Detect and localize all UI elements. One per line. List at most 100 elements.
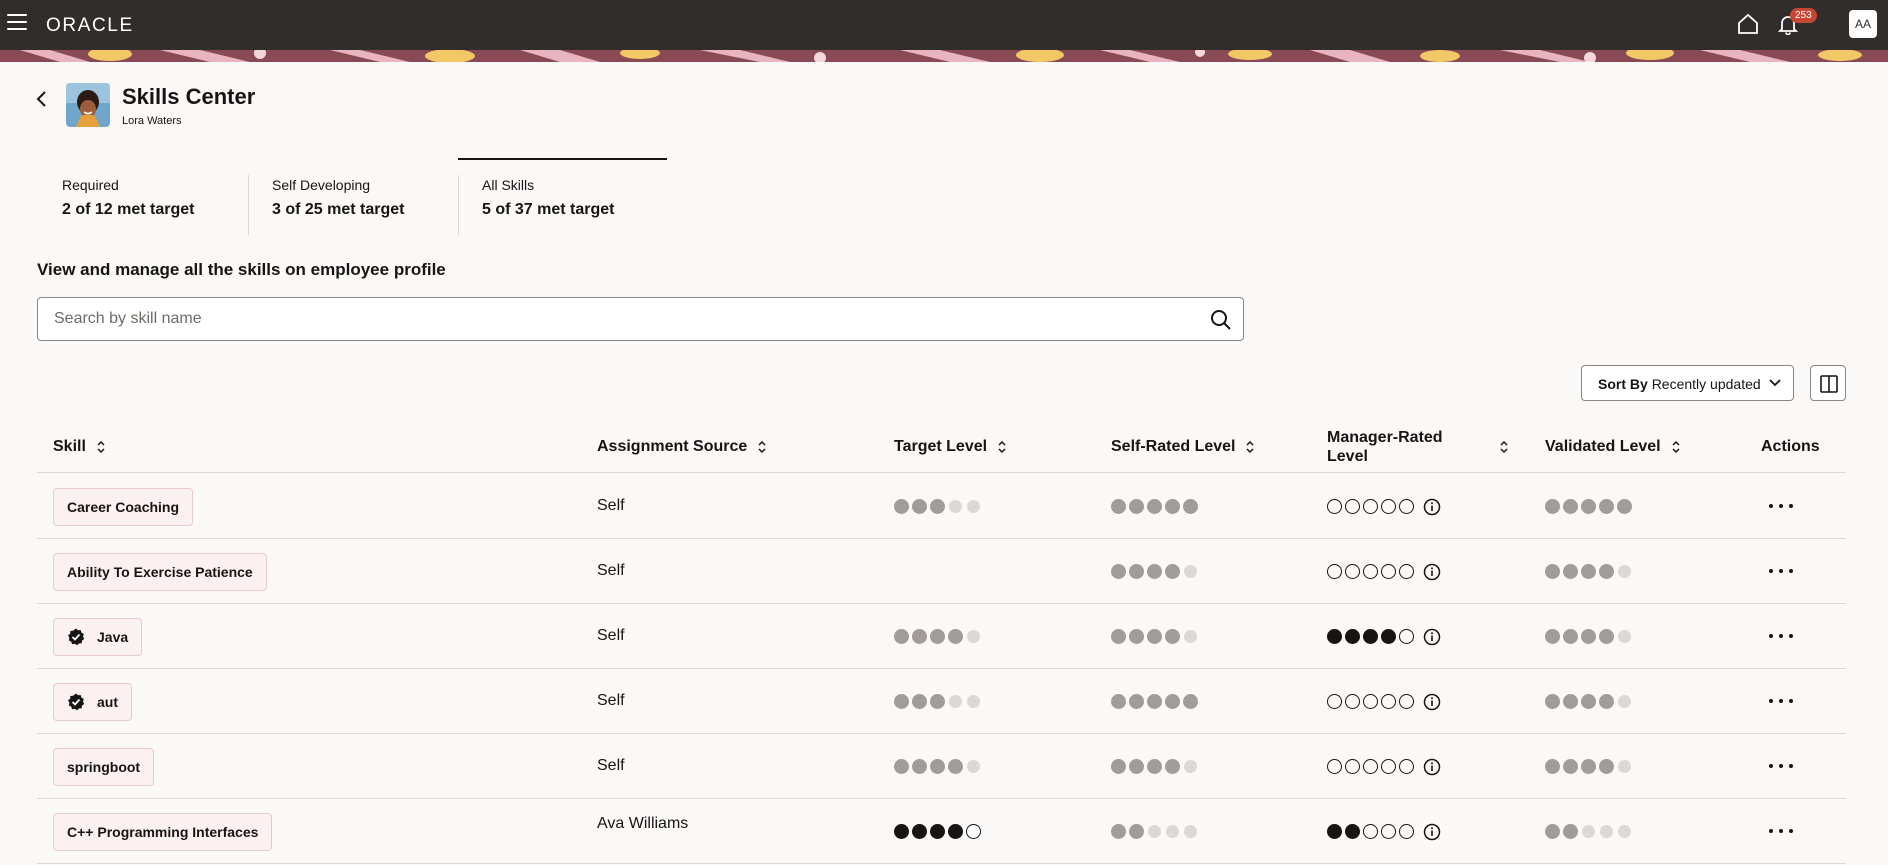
section-heading: View and manage all the skills on employ… (37, 260, 446, 279)
rating-dot (949, 500, 962, 513)
sort-icon (998, 440, 1006, 453)
self-rated-level-rating (1111, 759, 1201, 774)
rating-dot (1345, 629, 1360, 644)
target-level-rating (894, 759, 984, 774)
self-rated-level-rating (1111, 629, 1201, 644)
skill-chip[interactable]: Ability To Exercise Patience (53, 553, 267, 591)
tab-value: 5 of 37 met target (482, 201, 615, 218)
sort-icon (1672, 440, 1680, 453)
rating-dot (1563, 499, 1578, 514)
rating-dot (1545, 759, 1560, 774)
chevron-down-icon (1769, 379, 1781, 387)
oracle-logo[interactable]: ORACLE (46, 15, 134, 37)
rating-dot (1147, 759, 1162, 774)
table-header: Skill Assignment Source Target Level Sel… (37, 420, 1846, 473)
rating-dot (1545, 564, 1560, 579)
sort-by-dropdown[interactable]: Sort By Recently updated (1581, 365, 1794, 401)
more-actions-icon[interactable] (1769, 626, 1793, 646)
rating-dot (1381, 694, 1396, 709)
rating-dot (930, 629, 945, 644)
column-header-manager-rated-level[interactable]: Manager-Rated Level (1327, 420, 1537, 473)
skill-chip[interactable]: Career Coaching (53, 488, 194, 526)
skill-chip[interactable]: Java (53, 618, 143, 656)
rating-dot (1165, 629, 1180, 644)
tab-required[interactable]: Required 2 of 12 met target (62, 160, 242, 236)
self-rated-level-rating (1111, 694, 1201, 709)
rating-dot (1327, 824, 1342, 839)
hamburger-icon[interactable] (7, 14, 27, 31)
more-actions-icon[interactable] (1769, 561, 1793, 581)
skill-chip[interactable]: springboot (53, 748, 155, 786)
rating-dot (912, 629, 927, 644)
rating-dot (894, 694, 909, 709)
manager-rated-level-rating (1327, 694, 1417, 709)
rating-dot (1345, 499, 1360, 514)
rating-dot (967, 500, 980, 513)
table-row: aut Self (37, 669, 1846, 734)
tab-all-skills[interactable]: All Skills 5 of 37 met target (482, 160, 662, 236)
validated-level-rating (1545, 824, 1635, 839)
assignment-source: Self (597, 692, 625, 709)
tab-self-developing[interactable]: Self Developing 3 of 25 met target (272, 160, 452, 236)
info-icon[interactable] (1423, 823, 1441, 841)
skill-chip[interactable]: C++ Programming Interfaces (53, 813, 273, 851)
skill-name: springboot (67, 759, 141, 775)
info-icon[interactable] (1423, 498, 1441, 516)
rating-dot (1363, 694, 1378, 709)
target-level-rating (894, 824, 984, 839)
skill-chip[interactable]: aut (53, 683, 132, 721)
more-actions-icon[interactable] (1769, 496, 1793, 516)
rating-dot (967, 630, 980, 643)
search-icon[interactable] (1209, 308, 1233, 332)
more-actions-icon[interactable] (1769, 691, 1793, 711)
table-row: C++ Programming Interfaces Ava Williams (37, 799, 1846, 864)
column-layout-button[interactable] (1810, 365, 1846, 401)
page-title: Skills Center (122, 84, 256, 109)
rating-dot (1165, 564, 1180, 579)
sort-icon (758, 440, 766, 453)
rating-dot (1363, 564, 1378, 579)
skill-name: C++ Programming Interfaces (67, 824, 259, 840)
column-header-target-level[interactable]: Target Level (894, 420, 1007, 473)
info-icon[interactable] (1423, 693, 1441, 711)
rating-dot (1327, 759, 1342, 774)
rating-dot (1381, 759, 1396, 774)
column-header-self-rated-level[interactable]: Self-Rated Level (1111, 420, 1255, 473)
column-header-validated-level[interactable]: Validated Level (1545, 420, 1681, 473)
self-rated-level-rating (1111, 499, 1201, 514)
search-input[interactable] (54, 298, 1204, 340)
rating-dot (1345, 694, 1360, 709)
rating-dot (1617, 499, 1632, 514)
rating-dot (1183, 499, 1198, 514)
info-icon[interactable] (1423, 758, 1441, 776)
more-actions-icon[interactable] (1769, 821, 1793, 841)
rating-dot (966, 824, 981, 839)
table-row: springboot Self (37, 734, 1846, 799)
rating-dot (930, 759, 945, 774)
self-rated-level-rating (1111, 824, 1201, 839)
rating-dot (1111, 759, 1126, 774)
rating-dot (1363, 759, 1378, 774)
home-icon[interactable] (1737, 13, 1759, 35)
validated-level-rating (1545, 564, 1635, 579)
skill-name: aut (97, 694, 118, 710)
info-icon[interactable] (1423, 628, 1441, 646)
table-row: Career Coaching Self (37, 474, 1846, 539)
validated-level-rating (1545, 499, 1635, 514)
rating-dot (1582, 825, 1595, 838)
rating-dot (1381, 629, 1396, 644)
rating-dot (1184, 565, 1197, 578)
more-actions-icon[interactable] (1769, 756, 1793, 776)
rating-dot (1345, 564, 1360, 579)
rating-dot (1618, 630, 1631, 643)
back-chevron-icon[interactable] (33, 88, 51, 110)
rating-dot (1165, 694, 1180, 709)
verified-badge-icon (68, 628, 85, 646)
column-header-actions: Actions (1761, 437, 1820, 455)
info-icon[interactable] (1423, 563, 1441, 581)
rating-dot (1581, 499, 1596, 514)
rating-dot (894, 759, 909, 774)
column-header-skill[interactable]: Skill (53, 420, 106, 473)
column-header-assignment-source[interactable]: Assignment Source (597, 420, 767, 473)
user-avatar-button[interactable]: AA (1849, 10, 1877, 38)
